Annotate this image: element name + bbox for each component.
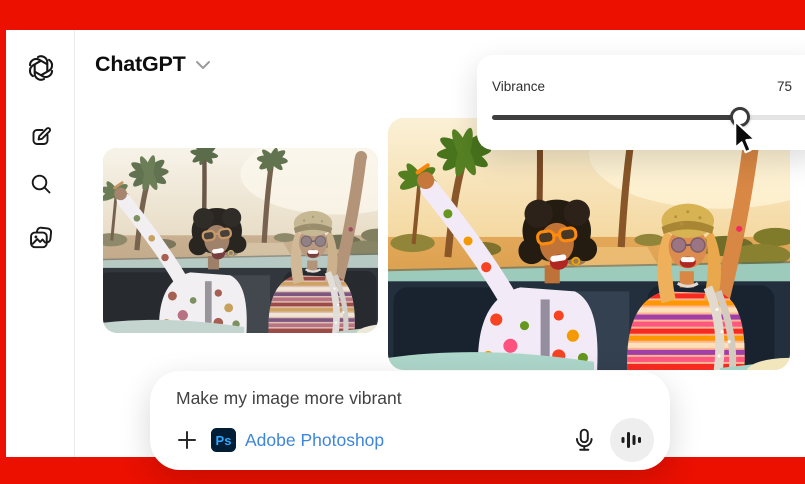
sidebar-item-new-chat[interactable] [26,122,56,152]
attach-button[interactable] [176,429,198,451]
vibrance-panel: Vibrance 75 [477,55,805,150]
composer-input[interactable]: Make my image more vibrant [176,388,654,409]
search-icon [29,172,53,196]
app-window: ChatGPT Vibrance 75 Make my image more v… [0,0,805,484]
vibrance-value: 75 [777,79,792,94]
openai-logo [27,54,55,82]
red-border-left [0,30,6,457]
image-before[interactable] [103,148,378,333]
vibrance-slider[interactable] [492,111,805,123]
red-border-top [0,0,805,30]
photoshop-tool-chip[interactable]: Ps Adobe Photoshop [211,428,384,452]
chevron-down-icon [195,60,211,70]
page-title: ChatGPT [95,52,186,77]
voice-waveform-icon [621,430,643,450]
voice-mode-button[interactable] [610,418,654,462]
model-switcher[interactable]: ChatGPT [95,52,211,77]
sidebar [6,30,75,457]
photoshop-tool-label: Adobe Photoshop [245,430,384,451]
image-after[interactable] [388,118,790,370]
photoshop-icon: Ps [211,428,236,452]
sidebar-item-home[interactable] [26,53,56,83]
vibrance-label: Vibrance [492,79,545,94]
dictate-button[interactable] [571,427,597,453]
vibrance-slider-fill [492,115,740,120]
vibrance-slider-knob[interactable] [730,107,750,127]
plus-icon [176,429,198,451]
new-chat-icon [29,125,53,149]
composer-card: Make my image more vibrant Ps Adobe Phot… [150,371,670,470]
sidebar-item-library[interactable] [26,223,56,253]
microphone-icon [571,427,597,453]
composer-toolbar: Ps Adobe Photoshop [176,418,654,462]
library-icon [28,225,54,251]
sidebar-item-search[interactable] [26,169,56,199]
